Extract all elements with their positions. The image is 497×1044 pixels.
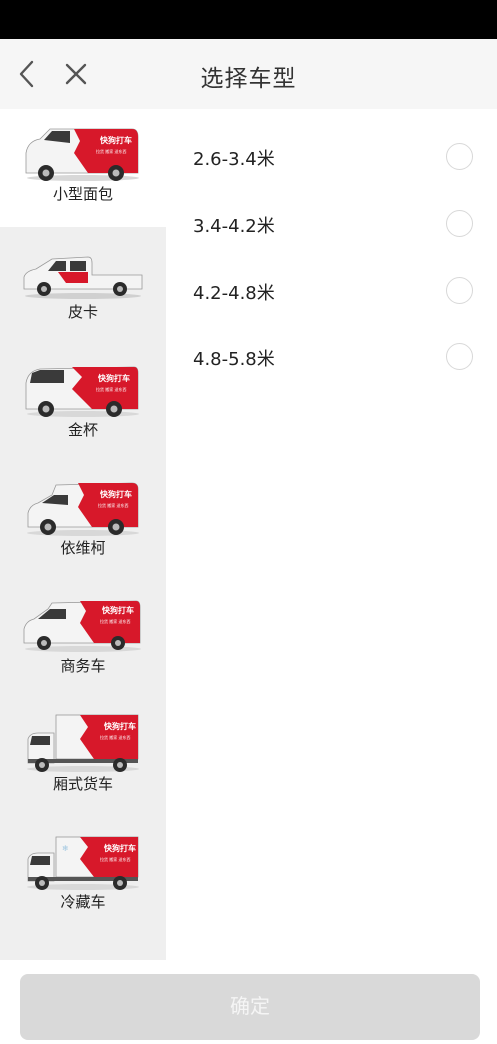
van-brand-subtext: 拉货 搬家 送东西 [100,618,131,624]
sidebar-item-refrigerated-truck[interactable]: ❄ 快狗打车 拉货 搬家 送东西 冷藏车 [0,817,166,935]
sidebar-item-label: 皮卡 [67,303,98,321]
size-option-label: 4.2-4.8米 [193,283,275,304]
sidebar-item-label: 商务车 [60,657,106,675]
refrigerated-truck-image: ❄ 快狗打车 拉货 搬家 送东西 [27,836,139,890]
page-title: 选择车型 [200,66,297,92]
sidebar-item-label: 厢式货车 [52,775,113,793]
van-brand-subtext: 拉货 搬家 送东西 [96,386,127,392]
size-option[interactable]: 4.8-5.8米 [166,309,497,373]
van-brand-subtext: 拉货 搬家 送东西 [100,734,131,740]
box-truck-image: 快狗打车 拉货 搬家 送东西 [27,714,139,772]
sidebar-item-box-truck[interactable]: 快狗打车 拉货 搬家 送东西 厢式货车 [0,699,166,817]
sidebar-item-jinbei[interactable]: 快狗打车 拉货 搬家 送东西 金杯 [0,345,166,463]
jinbei-van-image: 快狗打车 拉货 搬家 送东西 [25,366,139,417]
van-brand-subtext: 拉货 搬家 送东西 [100,856,131,862]
van-brand-text: 快狗打车 [98,373,130,383]
sidebar-item-label: 金杯 [67,421,98,439]
size-option-label: 3.4-4.2米 [193,216,275,237]
van-brand-text: 快狗打车 [102,605,134,615]
status-bar [0,0,497,39]
sidebar-item-business-van[interactable]: 快狗打车 拉货 搬家 送东西 商务车 [0,581,166,699]
radio-button[interactable] [446,343,473,370]
van-brand-subtext: 拉货 搬家 送东西 [98,502,129,508]
van-brand-text: 快狗打车 [104,721,136,731]
pickup-truck-image [23,256,143,299]
iveco-van-image: 快狗打车 拉货 搬家 送东西 [27,482,139,536]
radio-button[interactable] [446,210,473,237]
sidebar-item-label: 依维柯 [60,539,106,557]
business-van-image: 快狗打车 拉货 搬家 送东西 [23,600,141,652]
confirm-button[interactable]: 确定 [20,974,480,1040]
confirm-bar: 确定 [0,960,497,1044]
size-option[interactable]: 4.2-4.8米 [166,243,497,307]
size-option-label: 2.6-3.4米 [193,149,275,170]
snowflake-icon: ❄ [62,844,69,853]
sidebar-item-pickup[interactable]: 皮卡 [0,227,166,345]
van-brand-text: 快狗打车 [104,843,136,853]
van-brand-subtext: 拉货 搬家 送东西 [96,148,127,154]
sidebar-item-mini-van[interactable]: 快狗打车 拉货 搬家 送东西 小型面包 [0,109,166,227]
vehicle-type-sidebar: 快狗打车 拉货 搬家 送东西 小型面包 皮卡 快狗打车 拉货 搬家 送东西 金杯… [0,109,166,960]
sidebar-item-label: 冷藏车 [60,893,106,911]
radio-button[interactable] [446,277,473,304]
radio-button[interactable] [446,143,473,170]
van-brand-text: 快狗打车 [100,489,132,499]
size-option-label: 4.8-5.8米 [193,349,275,370]
nav-bar: 选择车型 [0,39,497,109]
mini-van-image: 快狗打车 拉货 搬家 送东西 [25,128,139,181]
sidebar-item-iveco[interactable]: 快狗打车 拉货 搬家 送东西 依维柯 [0,463,166,581]
sidebar-item-label: 小型面包 [52,185,113,203]
van-brand-text: 快狗打车 [100,135,132,145]
size-option[interactable]: 3.4-4.2米 [166,176,497,240]
size-option[interactable]: 2.6-3.4米 [166,109,497,173]
